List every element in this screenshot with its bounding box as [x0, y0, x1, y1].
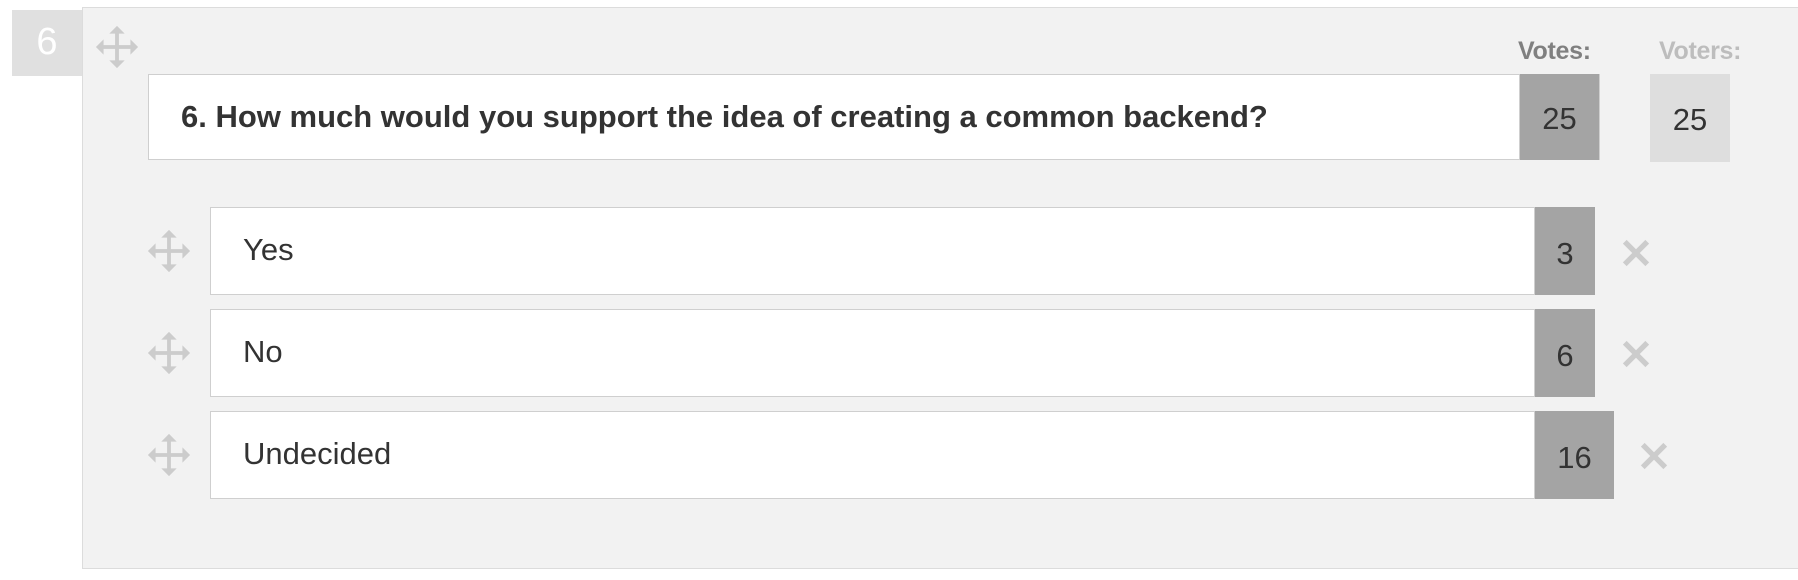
move-icon[interactable]: [146, 432, 192, 478]
answer-votes-count: 6: [1535, 309, 1595, 397]
question-number-badge: 6: [12, 10, 82, 76]
move-icon[interactable]: [146, 228, 192, 274]
answer-votes-count: 16: [1535, 411, 1614, 499]
close-icon[interactable]: [1639, 441, 1669, 471]
voters-count: 25: [1650, 74, 1730, 162]
answer-text: Undecided: [243, 436, 392, 471]
close-icon[interactable]: [1621, 238, 1651, 268]
voters-column-header: Voters:: [1659, 37, 1742, 65]
move-icon[interactable]: [146, 330, 192, 376]
answer-input-undecided[interactable]: Undecided: [210, 411, 1535, 499]
answer-votes-count: 3: [1535, 207, 1595, 295]
answer-input-no[interactable]: No: [210, 309, 1535, 397]
question-votes-count: 25: [1520, 74, 1600, 160]
question-text: 6. How much would you support the idea o…: [181, 99, 1268, 134]
move-icon[interactable]: [94, 24, 140, 70]
answer-text: Yes: [243, 232, 294, 267]
poll-editor: 6 Votes: Voters: 6. How much would you s…: [0, 0, 1798, 580]
votes-column-header: Votes:: [1518, 37, 1591, 65]
answer-input-yes[interactable]: Yes: [210, 207, 1535, 295]
answer-text: No: [243, 334, 283, 369]
close-icon[interactable]: [1621, 339, 1651, 369]
question-input[interactable]: 6. How much would you support the idea o…: [148, 74, 1520, 160]
